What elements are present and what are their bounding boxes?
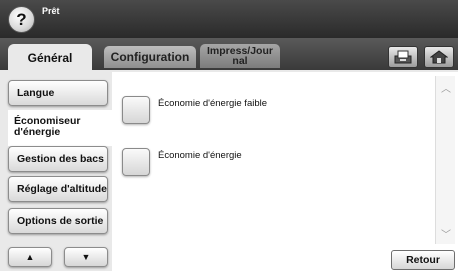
home-button[interactable] <box>424 46 454 68</box>
nav-up-button[interactable]: ▲ <box>8 247 52 267</box>
option-economie-checkbox[interactable] <box>122 148 150 176</box>
status-text: Prêt <box>42 6 60 16</box>
scrollbar[interactable]: ︿ ﹀ <box>435 76 455 244</box>
nav-item-reglage-altitude[interactable]: Réglage d'altitude <box>8 176 108 202</box>
home-icon <box>430 50 448 64</box>
help-icon[interactable]: ? <box>8 6 35 33</box>
tray-button[interactable] <box>388 46 418 68</box>
arrow-up-icon: ▲ <box>25 252 35 262</box>
tab-print-log-label: Impress/Journal <box>207 45 273 67</box>
status-bar: ? Prêt <box>0 0 458 38</box>
option-economie-faible-checkbox[interactable] <box>122 96 150 124</box>
option-economie-faible[interactable]: Économie d'énergie faible <box>122 96 268 124</box>
option-economie-faible-label: Économie d'énergie faible <box>158 98 268 109</box>
nav-item-economiseur-energie[interactable]: Économiseur d'énergie <box>8 110 116 146</box>
nav-item-options-sortie[interactable]: Options de sortie <box>8 208 108 234</box>
left-navigation: Langue Économiseur d'énergie Gestion des… <box>8 72 116 271</box>
back-button[interactable]: Retour <box>391 250 455 270</box>
option-economie[interactable]: Économie d'énergie <box>122 148 268 176</box>
content-panel: Économie d'énergie faible Économie d'éne… <box>112 72 458 271</box>
nav-down-button[interactable]: ▼ <box>64 247 108 267</box>
scroll-up-icon[interactable]: ︿ <box>436 78 456 96</box>
tab-general[interactable]: Général <box>8 44 92 72</box>
nav-item-gestion-bacs[interactable]: Gestion des bacs <box>8 146 108 172</box>
option-economie-label: Économie d'énergie <box>158 150 242 161</box>
arrow-down-icon: ▼ <box>81 252 91 262</box>
scroll-down-icon[interactable]: ﹀ <box>436 224 456 242</box>
tray-icon <box>394 50 412 64</box>
tab-print-log[interactable]: Impress/Journal <box>200 44 280 68</box>
printer-control-screen: ? Prêt Général Configuration Impress/Jou… <box>0 0 458 271</box>
tab-configuration[interactable]: Configuration <box>104 46 196 68</box>
nav-item-langue[interactable]: Langue <box>8 80 108 106</box>
